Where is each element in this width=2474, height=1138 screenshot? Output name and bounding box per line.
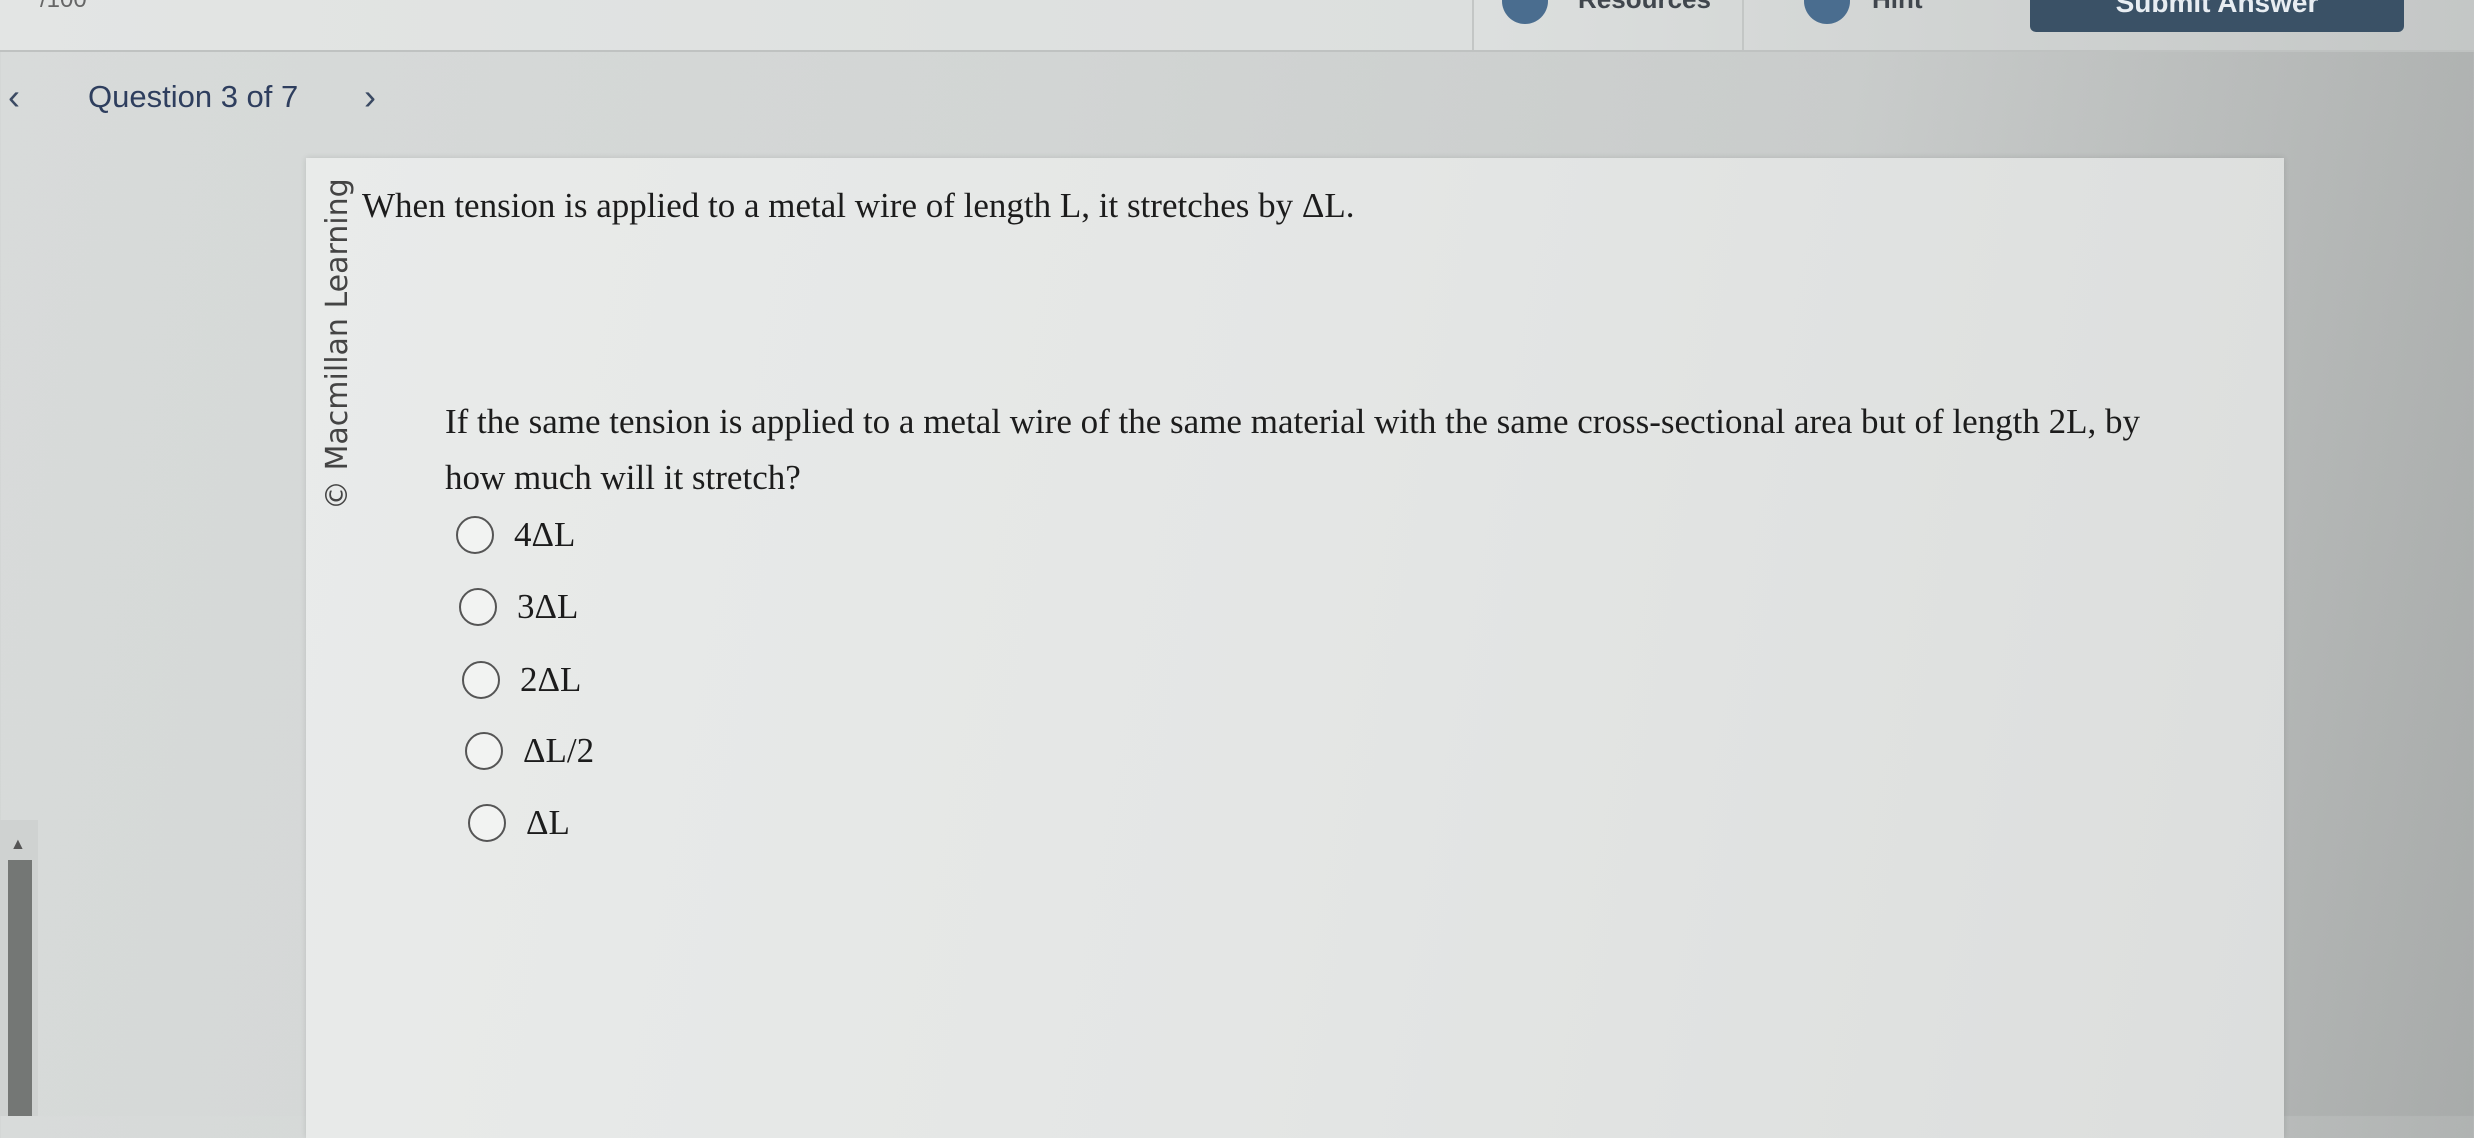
question-intro: When tension is applied to a metal wire … bbox=[362, 186, 1355, 225]
answer-option[interactable]: 2ΔL bbox=[462, 655, 581, 705]
radio-button[interactable] bbox=[462, 661, 500, 699]
resources-button[interactable]: Resources bbox=[1578, 0, 1711, 15]
question-counter: Question 3 of 7 bbox=[88, 79, 299, 114]
question-card bbox=[306, 158, 2284, 1138]
hint-button[interactable]: Hint bbox=[1872, 0, 1923, 15]
resources-icon[interactable] bbox=[1502, 0, 1548, 24]
answer-option[interactable]: 3ΔL bbox=[459, 582, 578, 632]
answer-option[interactable]: ΔL bbox=[468, 798, 570, 848]
top-toolbar: /100 Resources Hint Submit Answer bbox=[0, 0, 2474, 52]
toolbar-divider bbox=[1472, 0, 1474, 50]
hint-icon[interactable] bbox=[1804, 0, 1850, 24]
question-prompt: If the same tension is applied to a meta… bbox=[445, 402, 2141, 497]
toolbar-divider bbox=[1742, 0, 1744, 50]
option-label: ΔL/2 bbox=[523, 731, 595, 770]
scroll-up-arrow-icon[interactable]: ▲ bbox=[10, 836, 26, 854]
copyright-credit: © Macmillan Learning bbox=[320, 178, 355, 510]
score-display: /100 bbox=[40, 0, 87, 14]
option-label: 3ΔL bbox=[517, 587, 579, 626]
radio-button[interactable] bbox=[465, 732, 503, 770]
chevron-left-icon[interactable]: ‹ bbox=[8, 72, 20, 122]
answer-option[interactable]: 4ΔL bbox=[456, 510, 575, 560]
submit-answer-button[interactable]: Submit Answer bbox=[2030, 0, 2404, 32]
option-label: ΔL bbox=[526, 803, 570, 842]
scrollbar-thumb[interactable] bbox=[8, 860, 32, 1116]
chevron-right-icon[interactable]: › bbox=[364, 72, 376, 122]
radio-button[interactable] bbox=[468, 804, 506, 842]
radio-button[interactable] bbox=[459, 588, 497, 626]
option-label: 2ΔL bbox=[520, 660, 582, 699]
radio-button[interactable] bbox=[456, 516, 494, 554]
answer-option[interactable]: ΔL/2 bbox=[465, 726, 594, 776]
option-label: 4ΔL bbox=[514, 515, 576, 554]
